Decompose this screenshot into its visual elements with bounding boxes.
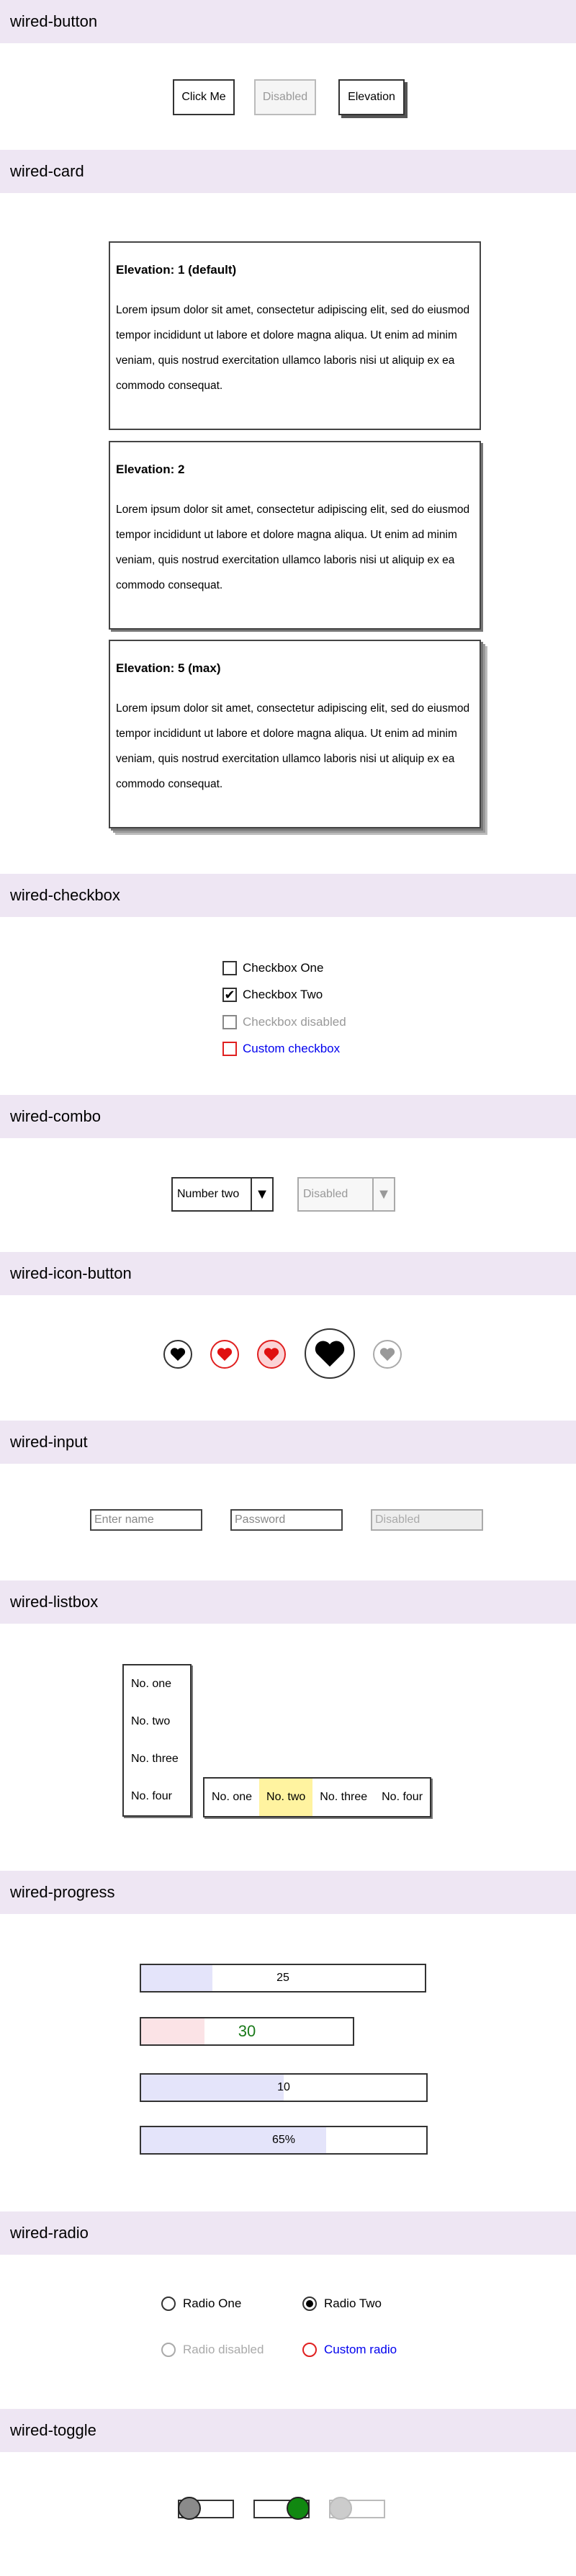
- checkmark-icon[interactable]: ✔: [222, 988, 237, 1002]
- checkbox-label: Checkbox Two: [243, 988, 323, 1001]
- icon-button-heart-disabled: [373, 1340, 402, 1369]
- radio-circle: [161, 2343, 176, 2357]
- elevation-button[interactable]: Elevation: [338, 79, 405, 115]
- listbox-item[interactable]: No. one: [204, 1779, 259, 1816]
- section-header-progress: wired-progress: [0, 1871, 576, 1914]
- radio-one[interactable]: Radio One: [161, 2297, 241, 2311]
- radio-label: Radio One: [183, 2297, 242, 2310]
- listbox-item[interactable]: No. four: [374, 1779, 430, 1816]
- section-header-radio: wired-radio: [0, 2211, 576, 2255]
- toggle-knob[interactable]: [178, 2497, 201, 2520]
- progress-bar-4: 65%: [140, 2126, 428, 2155]
- card-body: Lorem ipsum dolor sit amet, consectetur …: [116, 702, 470, 790]
- card-elevation-2: Elevation: 2 Lorem ipsum dolor sit amet,…: [109, 441, 481, 630]
- heart-icon: [379, 1348, 395, 1361]
- radio-label: Radio Two: [324, 2297, 382, 2310]
- disabled-button[interactable]: Disabled: [254, 79, 316, 115]
- listbox-vertical[interactable]: No. one No. two No. three No. four: [122, 1664, 192, 1817]
- section-header-toggle: wired-toggle: [0, 2409, 576, 2452]
- progress-bar-2: 30: [140, 2017, 354, 2046]
- card-body: Lorem ipsum dolor sit amet, consectetur …: [116, 304, 470, 392]
- icon-button-heart-red[interactable]: [210, 1340, 239, 1369]
- checkbox-disabled: Checkbox disabled: [222, 1015, 346, 1029]
- checkbox-box: [222, 1015, 237, 1029]
- card-title: Elevation: 2: [116, 462, 185, 476]
- card-body: Lorem ipsum dolor sit amet, consectetur …: [116, 504, 470, 591]
- icon-button-heart-large[interactable]: [305, 1328, 355, 1379]
- icon-button-heart[interactable]: [163, 1340, 192, 1369]
- progress-label: 10: [277, 2081, 290, 2093]
- heart-icon: [170, 1348, 186, 1361]
- combo-value: Disabled: [303, 1188, 348, 1200]
- radio-label: Radio disabled: [183, 2343, 264, 2356]
- combo-select[interactable]: Number two ▼: [171, 1177, 274, 1212]
- heart-icon: [217, 1348, 233, 1361]
- checkbox-one[interactable]: Checkbox One: [222, 961, 323, 975]
- heart-icon: [264, 1348, 279, 1361]
- card-elevation-5: Elevation: 5 (max) Lorem ipsum dolor sit…: [109, 640, 481, 828]
- section-header-card: wired-card: [0, 150, 576, 193]
- progress-bar-3: 10: [140, 2073, 428, 2102]
- checkbox-label: Checkbox disabled: [243, 1015, 346, 1029]
- toggle-on[interactable]: [253, 2497, 310, 2520]
- listbox-item[interactable]: No. three: [124, 1740, 190, 1778]
- listbox-item-selected[interactable]: No. two: [259, 1779, 313, 1816]
- card-title: Elevation: 1 (default): [116, 263, 237, 277]
- radio-custom[interactable]: Custom radio: [302, 2343, 397, 2357]
- section-header-button: wired-button: [0, 0, 576, 43]
- disabled-input: Disabled: [371, 1509, 483, 1531]
- toggle-knob: [329, 2497, 352, 2520]
- section-header-listbox: wired-listbox: [0, 1580, 576, 1624]
- section-header-combo: wired-combo: [0, 1095, 576, 1138]
- toggle-disabled: [329, 2497, 385, 2520]
- listbox-item[interactable]: No. one: [124, 1665, 190, 1703]
- chevron-down-icon[interactable]: ▼: [251, 1179, 272, 1210]
- checkbox-box[interactable]: [222, 1042, 237, 1056]
- icon-button-heart-filled[interactable]: [257, 1340, 286, 1369]
- combo-disabled: Disabled ▼: [297, 1177, 395, 1212]
- toggle-off[interactable]: [178, 2497, 234, 2520]
- name-input[interactable]: Enter name: [90, 1509, 202, 1531]
- checkbox-two[interactable]: ✔ Checkbox Two: [222, 988, 323, 1002]
- checkbox-box[interactable]: [222, 961, 237, 975]
- card-elevation-1: Elevation: 1 (default) Lorem ipsum dolor…: [109, 241, 481, 430]
- progress-bar-1: 25: [140, 1964, 426, 1993]
- listbox-item[interactable]: No. four: [124, 1778, 190, 1815]
- section-header-icon-button: wired-icon-button: [0, 1252, 576, 1295]
- checkbox-label: Checkbox One: [243, 961, 324, 975]
- toggle-knob[interactable]: [287, 2497, 310, 2520]
- chevron-down-icon: ▼: [372, 1179, 394, 1210]
- radio-circle-checked[interactable]: [302, 2297, 317, 2311]
- radio-two[interactable]: Radio Two: [302, 2297, 382, 2311]
- combo-value: Number two: [177, 1188, 240, 1200]
- radio-label: Custom radio: [324, 2343, 397, 2356]
- progress-label: 25: [276, 1972, 289, 1984]
- section-header-input: wired-input: [0, 1421, 576, 1464]
- heart-icon: [315, 1341, 345, 1367]
- radio-circle[interactable]: [161, 2297, 176, 2311]
- listbox-item[interactable]: No. three: [312, 1779, 374, 1816]
- progress-label: 30: [238, 2022, 256, 2040]
- radio-disabled: Radio disabled: [161, 2343, 264, 2357]
- listbox-horizontal[interactable]: No. one No. two No. three No. four: [203, 1777, 432, 1817]
- progress-label: 65%: [271, 2134, 296, 2146]
- section-header-checkbox: wired-checkbox: [0, 874, 576, 917]
- radio-circle[interactable]: [302, 2343, 317, 2357]
- listbox-item[interactable]: No. two: [124, 1703, 190, 1740]
- click-me-button[interactable]: Click Me: [173, 79, 235, 115]
- password-input[interactable]: Password: [230, 1509, 343, 1531]
- checkbox-label: Custom checkbox: [243, 1042, 341, 1055]
- checkbox-custom[interactable]: Custom checkbox: [222, 1042, 340, 1056]
- card-title: Elevation: 5 (max): [116, 661, 221, 675]
